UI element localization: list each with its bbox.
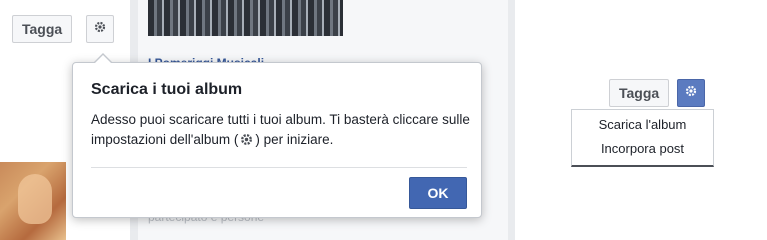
gear-icon (93, 20, 107, 39)
album-thumbnail[interactable] (148, 0, 343, 36)
tag-button-right[interactable]: Tagga (609, 79, 670, 107)
album-settings-button[interactable] (86, 15, 114, 43)
popover-divider (91, 167, 467, 168)
download-albums-popover: Scarica i tuoi album Adesso puoi scarica… (72, 53, 482, 218)
gear-icon (239, 132, 254, 153)
ok-button[interactable]: OK (409, 177, 467, 209)
menu-item-embed-post[interactable]: Incorpora post (572, 137, 713, 161)
gear-icon (684, 84, 698, 103)
album-options-menu: Scarica l'album Incorpora post (571, 109, 714, 167)
popover-body: Adesso puoi scaricare tutti i tuoi album… (91, 110, 476, 153)
face-shape (18, 174, 52, 224)
popover-body-text-end: ) per iniziare. (255, 132, 334, 147)
popover-title: Scarica i tuoi album (91, 81, 243, 98)
tag-button[interactable]: Tagga (12, 15, 73, 43)
profile-photo[interactable] (0, 162, 66, 240)
menu-item-download-album[interactable]: Scarica l'album (572, 113, 713, 137)
album-settings-button-active[interactable] (677, 79, 705, 107)
